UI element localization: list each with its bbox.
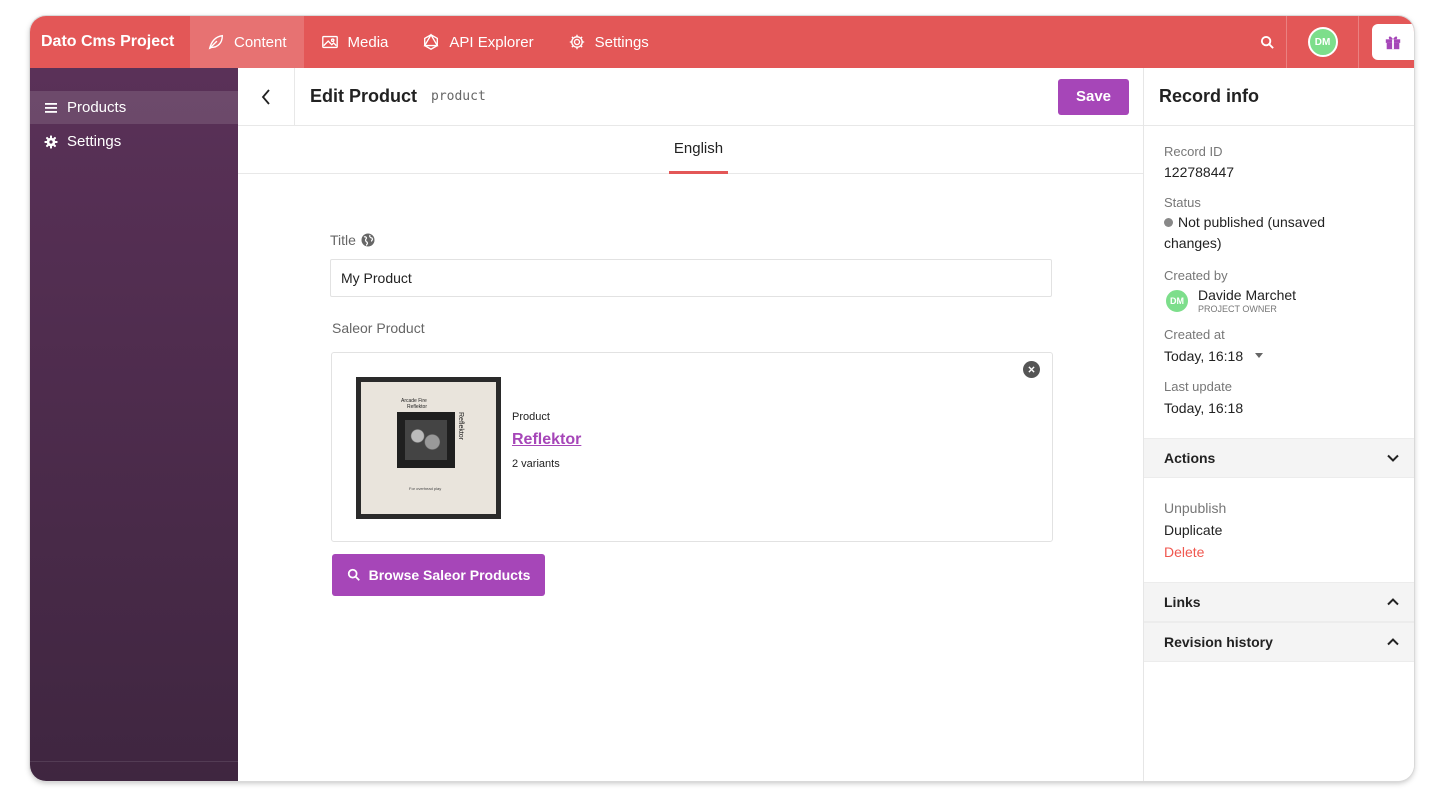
list-icon [45,102,57,113]
product-kind: Product [512,411,550,423]
title-field-label: Title [330,232,375,248]
avatar: DM [1307,27,1338,57]
sidebar-item-products[interactable]: Products [30,91,238,124]
duplicate-action[interactable]: Duplicate [1164,522,1222,538]
tab-locale-english[interactable]: English [669,126,728,174]
section-title: Actions [1164,450,1216,466]
creator-details: Davide Marchet PROJECT OWNER [1198,287,1296,314]
locale-tabs: English [238,126,1143,174]
created-at-block: Created at Today, 16:18 [1164,327,1264,367]
status-label: Status [1164,195,1201,210]
app-window: Dato Cms Project Content Media API Explo… [30,16,1414,781]
sidebar-item-label: Products [67,99,127,116]
saleor-product-card: Arcade Fire Reflektor Reflektor For over… [331,352,1053,542]
gift-icon [1385,36,1401,50]
nav-tab-api-explorer[interactable]: API Explorer [405,16,550,68]
revision-history-section-toggle[interactable]: Revision history [1144,622,1414,662]
cover-footer-text: For overhead play [409,486,442,491]
nav-tab-content[interactable]: Content [190,16,304,68]
title-input[interactable] [330,259,1052,297]
section-title: Revision history [1164,634,1273,650]
image-icon [321,35,338,49]
cover-title-text: Reflektor [407,404,428,410]
last-update-value: Today, 16:18 [1164,400,1244,416]
last-update-label: Last update [1164,379,1232,394]
links-section-toggle[interactable]: Links [1144,582,1414,622]
created-by-block: Created by DM Davide Marchet PROJECT OWN… [1164,268,1296,314]
chevron-left-icon [261,88,270,105]
search-icon [347,568,360,581]
project-name[interactable]: Dato Cms Project [30,33,190,51]
nav-tab-label: Media [347,33,389,51]
created-at-value: Today, 16:18 [1164,346,1264,367]
editor-header: Edit Product product Save [238,67,1143,126]
record-id-label: Record ID [1164,144,1223,159]
page-title: Edit Product [310,86,417,106]
album-cover: Arcade Fire Reflektor Reflektor For over… [361,382,496,514]
graph-icon [423,33,439,50]
product-thumbnail: Arcade Fire Reflektor Reflektor For over… [356,377,501,519]
created-at-label: Created at [1164,327,1225,342]
field-label-text: Title [330,232,356,248]
record-editor: Edit Product product Save English Title … [238,67,1144,781]
cog-icon [44,135,58,148]
status-dot-icon [1164,218,1173,227]
nav-tab-settings[interactable]: Settings [551,16,666,68]
created-at-text: Today, 16:18 [1164,348,1244,364]
last-update-block: Last update Today, 16:18 [1164,379,1243,419]
nav-tab-label: API Explorer [449,33,534,51]
record-info-heading: Record info [1144,68,1414,126]
chevron-down-icon [1387,454,1399,462]
save-button[interactable]: Save [1058,78,1129,115]
chevron-up-icon [1387,598,1399,606]
gear-icon [569,34,584,50]
top-actions: DM [1249,16,1414,68]
leaf-icon [208,34,223,50]
back-button[interactable] [238,67,295,126]
user-menu[interactable]: DM [1287,16,1359,68]
creator-role: PROJECT OWNER [1198,304,1277,314]
creator: DM Davide Marchet PROJECT OWNER [1164,287,1296,314]
search-icon [1260,35,1274,49]
status-block: Status Not published (unsaved changes) [1164,195,1384,254]
close-icon [1028,366,1035,373]
creator-name: Davide Marchet [1198,287,1297,303]
search-button[interactable] [1249,16,1287,68]
sidebar-item-label: Settings [67,133,122,150]
sidebar-footer [30,761,238,781]
delete-action[interactable]: Delete [1164,544,1204,560]
product-meta: Product Reflektor 2 variants [512,411,581,470]
avatar: DM [1164,287,1190,314]
record-id-value: 122788447 [1164,164,1235,180]
nav-tab-media[interactable]: Media [304,16,406,68]
nav-tab-label: Content [234,33,287,51]
section-title: Links [1164,594,1201,610]
globe-icon [361,233,375,247]
saleor-field-label: Saleor Product [332,320,425,336]
chevron-up-icon [1387,638,1399,646]
product-variants: 2 variants [512,458,560,470]
remove-product-button[interactable] [1023,361,1040,378]
record-info-panel: Record info Record ID 122788447 Status N… [1144,68,1414,781]
chevron-down-icon[interactable] [1255,353,1264,358]
nav-tab-label: Settings [594,33,649,51]
unpublish-action[interactable]: Unpublish [1164,500,1226,516]
actions-section-toggle[interactable]: Actions [1144,438,1414,478]
browse-saleor-products-button[interactable]: Browse Saleor Products [332,554,545,596]
record-id-block: Record ID 122788447 [1164,144,1234,183]
sidebar-item-settings[interactable]: Settings [30,125,238,158]
created-by-label: Created by [1164,268,1228,283]
whats-new-button[interactable] [1372,24,1414,60]
top-navigation-bar: Dato Cms Project Content Media API Explo… [30,16,1414,68]
status-text: Not published (unsaved changes) [1164,214,1326,251]
product-name-link[interactable]: Reflektor [512,431,581,449]
sidebar: Products Settings [30,68,238,781]
browse-button-label: Browse Saleor Products [368,567,531,583]
model-api-key: product [431,89,486,104]
status-value: Not published (unsaved changes) [1164,212,1384,254]
cover-photo [397,412,455,468]
cover-spine-text: Reflektor [457,412,464,441]
